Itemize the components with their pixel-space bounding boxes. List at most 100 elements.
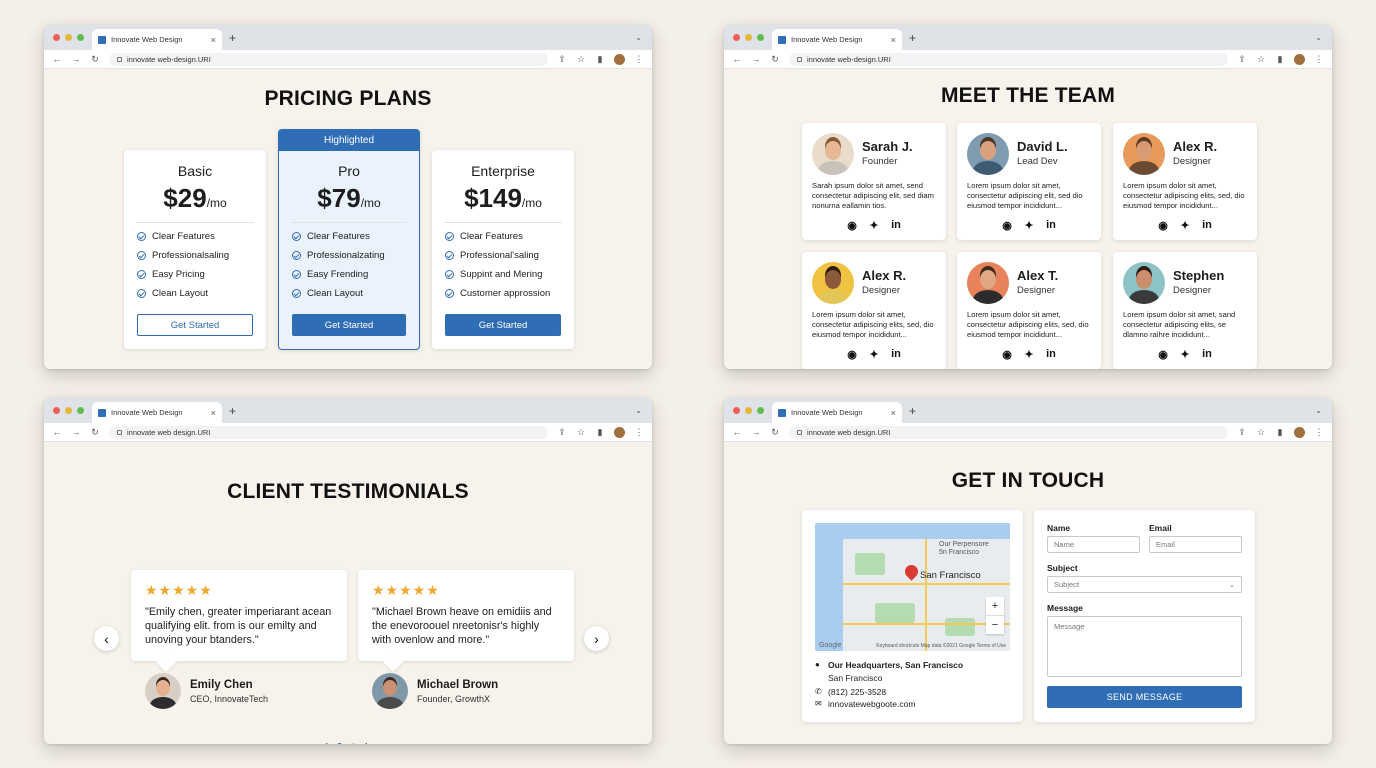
github-icon[interactable]: ◉ [846,348,858,361]
github-icon[interactable]: ◉ [1001,348,1013,361]
minimize-window-button[interactable] [745,407,752,414]
new-tab-button[interactable]: + [229,404,236,418]
share-icon[interactable]: ⇪ [1237,427,1247,438]
tab-menu-icon[interactable]: ⌄ [1315,33,1322,42]
sidebar-icon[interactable]: ▮ [1275,54,1285,65]
linkedin-icon[interactable]: in [1045,219,1057,232]
name-field[interactable]: Name [1047,536,1140,553]
pager-prev-icon[interactable]: ‹ [324,738,328,744]
back-icon[interactable]: ← [732,427,742,437]
browser-tab[interactable]: Innovate Web Design × [772,402,902,423]
share-icon[interactable]: ⇪ [557,54,567,65]
linkedin-icon[interactable]: in [890,348,902,361]
more-menu-icon[interactable]: ⋮ [634,54,644,65]
message-textarea[interactable]: Message [1047,616,1242,677]
more-menu-icon[interactable]: ⋮ [1314,54,1324,65]
minimize-window-button[interactable] [65,407,72,414]
forward-icon[interactable]: → [71,54,81,64]
sidebar-icon[interactable]: ▮ [1275,427,1285,438]
bookmark-star-icon[interactable]: ☆ [1256,54,1266,65]
zoom-out-button[interactable]: − [986,615,1004,634]
more-menu-icon[interactable]: ⋮ [1314,427,1324,438]
maximize-window-button[interactable] [77,407,84,414]
forward-icon[interactable]: → [71,427,81,437]
tab-menu-icon[interactable]: ⌄ [635,33,642,42]
maximize-window-button[interactable] [757,407,764,414]
email-field[interactable]: Email [1149,536,1242,553]
bookmark-star-icon[interactable]: ☆ [576,54,586,65]
carousel-next-button[interactable]: › [584,626,609,651]
new-tab-button[interactable]: + [909,31,916,45]
subject-select[interactable]: Subject ⌄ [1047,576,1242,593]
new-tab-button[interactable]: + [909,404,916,418]
more-menu-icon[interactable]: ⋮ [634,427,644,438]
url-field[interactable]: innovate web-design.URI [109,52,548,66]
url-field[interactable]: innovate web design.URI [789,425,1228,439]
browser-tab[interactable]: Innovate Web Design × [92,402,222,423]
map-attribution[interactable]: Keyboard shortcuts Map data ©2021 Google… [876,643,1006,649]
tab-close-icon[interactable]: × [211,35,216,45]
pager-dot-active[interactable] [337,742,342,744]
reload-icon[interactable]: ↻ [90,54,100,65]
github-icon[interactable]: ◉ [846,219,858,232]
forward-icon[interactable]: → [751,54,761,64]
pager-dot[interactable] [351,742,356,744]
twitter-icon[interactable]: ✦ [1179,219,1191,232]
close-window-button[interactable] [53,407,60,414]
new-tab-button[interactable]: + [229,31,236,45]
send-message-button[interactable]: SEND MESSAGE [1047,686,1242,708]
phone-number[interactable]: (812) 225-3528 [828,687,886,697]
github-icon[interactable]: ◉ [1001,219,1013,232]
back-icon[interactable]: ← [52,54,62,64]
linkedin-icon[interactable]: in [1045,348,1057,361]
twitter-icon[interactable]: ✦ [868,348,880,361]
reload-icon[interactable]: ↻ [770,54,780,65]
sidebar-icon[interactable]: ▮ [595,427,605,438]
pager-next-icon[interactable]: › [365,738,369,744]
github-icon[interactable]: ◉ [1157,219,1169,232]
browser-tab[interactable]: Innovate Web Design × [772,29,902,50]
twitter-icon[interactable]: ✦ [868,219,880,232]
forward-icon[interactable]: → [751,427,761,437]
tab-close-icon[interactable]: × [891,35,896,45]
map-widget[interactable]: San Francisco Our Perpensore 5n Francisc… [815,523,1010,651]
email-address[interactable]: innovatewebgoote.com [828,699,915,709]
linkedin-icon[interactable]: in [1201,348,1213,361]
sidebar-icon[interactable]: ▮ [595,54,605,65]
bookmark-star-icon[interactable]: ☆ [576,427,586,438]
twitter-icon[interactable]: ✦ [1023,219,1035,232]
close-window-button[interactable] [733,34,740,41]
maximize-window-button[interactable] [77,34,84,41]
tab-close-icon[interactable]: × [891,408,896,418]
close-window-button[interactable] [733,407,740,414]
minimize-window-button[interactable] [745,34,752,41]
get-started-button-enterprise[interactable]: Get Started [445,314,561,336]
profile-avatar[interactable] [614,426,625,438]
share-icon[interactable]: ⇪ [557,427,567,438]
maximize-window-button[interactable] [757,34,764,41]
tab-menu-icon[interactable]: ⌄ [1315,406,1322,415]
get-started-button-basic[interactable]: Get Started [137,314,253,336]
url-field[interactable]: innovate web design.URI [109,425,548,439]
back-icon[interactable]: ← [52,427,62,437]
carousel-prev-button[interactable]: ‹ [94,626,119,651]
github-icon[interactable]: ◉ [1157,348,1169,361]
reload-icon[interactable]: ↻ [770,427,780,438]
close-window-button[interactable] [53,34,60,41]
url-field[interactable]: innovate web-design.URI [789,52,1228,66]
tab-close-icon[interactable]: × [211,408,216,418]
get-started-button-pro[interactable]: Get Started [292,314,406,336]
zoom-in-button[interactable]: + [986,597,1004,615]
reload-icon[interactable]: ↻ [90,427,100,438]
bookmark-star-icon[interactable]: ☆ [1256,427,1266,438]
minimize-window-button[interactable] [65,34,72,41]
share-icon[interactable]: ⇪ [1237,54,1247,65]
linkedin-icon[interactable]: in [890,219,902,232]
back-icon[interactable]: ← [732,54,742,64]
profile-avatar[interactable] [1294,53,1305,65]
map-pin-icon[interactable] [902,562,921,581]
profile-avatar[interactable] [1294,426,1305,438]
browser-tab[interactable]: Innovate Web Design × [92,29,222,50]
profile-avatar[interactable] [614,53,625,65]
twitter-icon[interactable]: ✦ [1023,348,1035,361]
